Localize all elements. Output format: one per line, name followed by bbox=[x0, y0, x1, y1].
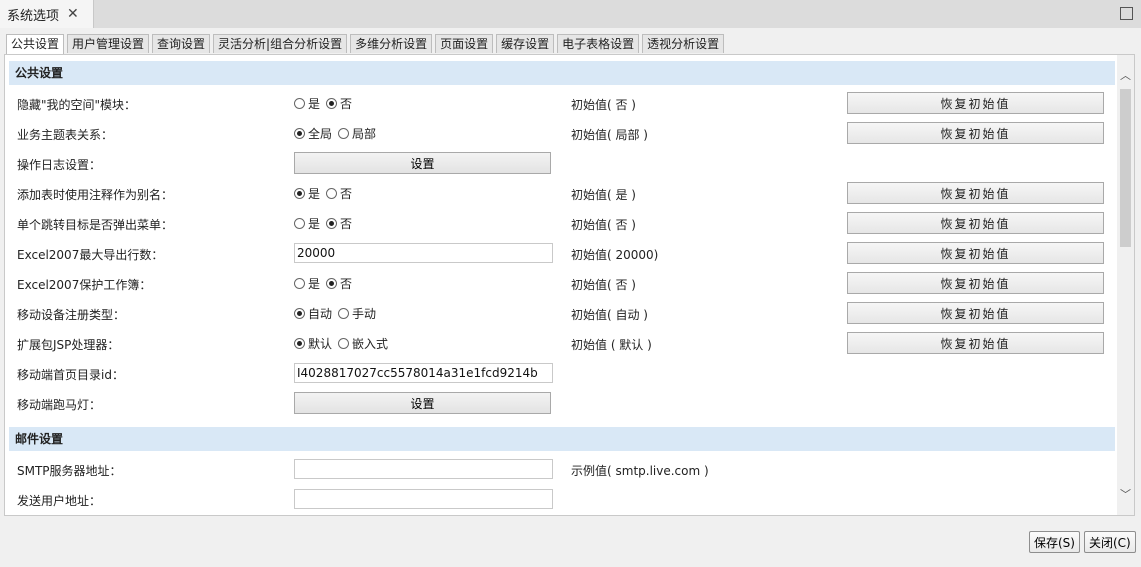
row-excel-protect: Excel2007保护工作簿： 是 否 初始值( 否 ) 恢复初始值 bbox=[5, 268, 1117, 298]
sender-address-input[interactable] bbox=[294, 489, 553, 509]
mobile-register-auto-radio[interactable]: 自动 bbox=[294, 305, 332, 322]
excel-protect-initial: 初始值( 否 ) bbox=[571, 278, 636, 292]
vertical-scrollbar[interactable]: ︿ ﹀ bbox=[1117, 55, 1134, 515]
comment-alias-yes-radio[interactable]: 是 bbox=[294, 185, 320, 202]
row-mobile-home-dir: 移动端首页目录id： bbox=[5, 358, 1117, 388]
excel-max-rows-input[interactable] bbox=[294, 243, 553, 263]
jsp-processor-embedded-radio[interactable]: 嵌入式 bbox=[338, 335, 388, 352]
row-jump-menu: 单个跳转目标是否弹出菜单： 是 否 初始值( 否 ) 恢复初始值 bbox=[5, 208, 1117, 238]
document-tab-title: 系统选项 bbox=[7, 8, 60, 24]
jump-menu-initial: 初始值( 否 ) bbox=[571, 218, 636, 232]
row-hide-my-space: 隐藏"我的空间"模块： 是 否 初始值( 否 ) 恢复初始值 bbox=[5, 88, 1117, 118]
comment-alias-label: 添加表时使用注释作为别名： bbox=[17, 188, 174, 202]
row-mobile-register: 移动设备注册类型： 自动 手动 初始值( 自动 ) 恢复初始值 bbox=[5, 298, 1117, 328]
excel-max-rows-label: Excel2007最大导出行数： bbox=[17, 248, 164, 262]
excel-protect-no-radio[interactable]: 否 bbox=[326, 275, 352, 292]
comment-alias-initial: 初始值( 是 ) bbox=[571, 188, 636, 202]
jump-menu-no-radio[interactable]: 否 bbox=[326, 215, 352, 232]
scrollbar-thumb[interactable] bbox=[1120, 89, 1131, 247]
hide-my-space-label: 隐藏"我的空间"模块： bbox=[17, 98, 137, 112]
close-icon[interactable]: ✕ bbox=[67, 6, 79, 22]
operation-log-label: 操作日志设置： bbox=[17, 158, 102, 172]
tab-query-settings[interactable]: 查询设置 bbox=[152, 34, 211, 53]
subject-relation-global-radio[interactable]: 全局 bbox=[294, 125, 332, 142]
operation-log-set-button[interactable]: 设置 bbox=[294, 152, 551, 174]
section-public-settings: 公共设置 bbox=[9, 61, 1115, 85]
jsp-processor-restore-button[interactable]: 恢复初始值 bbox=[847, 332, 1104, 354]
tab-page-settings[interactable]: 页面设置 bbox=[435, 34, 494, 53]
settings-tabs: 公共设置 用户管理设置 查询设置 灵活分析|组合分析设置 多维分析设置 页面设置… bbox=[6, 34, 727, 55]
row-excel-max-rows: Excel2007最大导出行数： 初始值( 20000) 恢复初始值 bbox=[5, 238, 1117, 268]
tab-public-settings[interactable]: 公共设置 bbox=[6, 34, 65, 55]
comment-alias-restore-button[interactable]: 恢复初始值 bbox=[847, 182, 1104, 204]
dialog-footer: 保存(S) 关闭(C) bbox=[0, 520, 1141, 567]
row-subject-relation: 业务主题表关系： 全局 局部 初始值( 局部 ) 恢复初始值 bbox=[5, 118, 1117, 148]
mobile-marquee-label: 移动端跑马灯： bbox=[17, 398, 102, 412]
row-sender-address: 发送用户地址： bbox=[5, 484, 1117, 514]
row-mobile-marquee: 移动端跑马灯： 设置 bbox=[5, 388, 1117, 418]
smtp-server-input[interactable] bbox=[294, 459, 553, 479]
scroll-up-icon[interactable]: ︿ bbox=[1117, 67, 1134, 84]
mobile-register-label: 移动设备注册类型： bbox=[17, 308, 126, 322]
row-smtp-server: SMTP服务器地址： 示例值( smtp.live.com ) bbox=[5, 454, 1117, 484]
row-operation-log: 操作日志设置： 设置 bbox=[5, 148, 1117, 178]
save-button[interactable]: 保存(S) bbox=[1029, 531, 1080, 553]
jump-menu-restore-button[interactable]: 恢复初始值 bbox=[847, 212, 1104, 234]
jsp-processor-default-radio[interactable]: 默认 bbox=[294, 335, 332, 352]
tab-spreadsheet-settings[interactable]: 电子表格设置 bbox=[557, 34, 640, 53]
mobile-home-dir-label: 移动端首页目录id： bbox=[17, 368, 124, 382]
smtp-server-label: SMTP服务器地址： bbox=[17, 464, 122, 478]
mobile-register-restore-button[interactable]: 恢复初始值 bbox=[847, 302, 1104, 324]
section-mail-settings: 邮件设置 bbox=[9, 427, 1115, 451]
document-tab[interactable]: 系统选项 ✕ bbox=[0, 0, 94, 28]
hide-my-space-yes-radio[interactable]: 是 bbox=[294, 95, 320, 112]
hide-my-space-restore-button[interactable]: 恢复初始值 bbox=[847, 92, 1104, 114]
row-jsp-processor: 扩展包JSP处理器： 默认 嵌入式 初始值 ( 默认 ) 恢复初始值 bbox=[5, 328, 1117, 358]
mobile-register-manual-radio[interactable]: 手动 bbox=[338, 305, 376, 322]
subject-relation-restore-button[interactable]: 恢复初始值 bbox=[847, 122, 1104, 144]
jsp-processor-initial: 初始值 ( 默认 ) bbox=[571, 338, 652, 352]
mobile-register-initial: 初始值( 自动 ) bbox=[571, 308, 648, 322]
sender-address-label: 发送用户地址： bbox=[17, 494, 102, 508]
tab-user-management[interactable]: 用户管理设置 bbox=[67, 34, 150, 53]
mobile-marquee-set-button[interactable]: 设置 bbox=[294, 392, 551, 414]
maximize-icon[interactable] bbox=[1120, 7, 1133, 20]
subject-relation-label: 业务主题表关系： bbox=[17, 128, 114, 142]
excel-protect-yes-radio[interactable]: 是 bbox=[294, 275, 320, 292]
jsp-processor-label: 扩展包JSP处理器： bbox=[17, 338, 120, 352]
subject-relation-initial: 初始值( 局部 ) bbox=[571, 128, 648, 142]
hide-my-space-no-radio[interactable]: 否 bbox=[326, 95, 352, 112]
excel-protect-label: Excel2007保护工作簿： bbox=[17, 278, 152, 292]
window-titlebar: 系统选项 ✕ bbox=[0, 0, 1141, 28]
close-button[interactable]: 关闭(C) bbox=[1084, 531, 1136, 553]
tab-pivot-settings[interactable]: 透视分析设置 bbox=[642, 34, 725, 53]
comment-alias-no-radio[interactable]: 否 bbox=[326, 185, 352, 202]
excel-max-rows-initial: 初始值( 20000) bbox=[571, 248, 659, 262]
excel-max-rows-restore-button[interactable]: 恢复初始值 bbox=[847, 242, 1104, 264]
jump-menu-label: 单个跳转目标是否弹出菜单： bbox=[17, 218, 174, 232]
tab-cache-settings[interactable]: 缓存设置 bbox=[496, 34, 555, 53]
excel-protect-restore-button[interactable]: 恢复初始值 bbox=[847, 272, 1104, 294]
hide-my-space-initial: 初始值( 否 ) bbox=[571, 98, 636, 112]
settings-scroll-area: 公共设置 隐藏"我的空间"模块： 是 否 初始值( 否 ) 恢复初始值 业务主题… bbox=[5, 55, 1117, 515]
subject-relation-local-radio[interactable]: 局部 bbox=[338, 125, 376, 142]
smtp-server-example: 示例值( smtp.live.com ) bbox=[571, 464, 709, 478]
tab-olap-settings[interactable]: 多维分析设置 bbox=[350, 34, 433, 53]
mobile-home-dir-input[interactable] bbox=[294, 363, 553, 383]
row-comment-alias: 添加表时使用注释作为别名： 是 否 初始值( 是 ) 恢复初始值 bbox=[5, 178, 1117, 208]
settings-panel: 公共设置 隐藏"我的空间"模块： 是 否 初始值( 否 ) 恢复初始值 业务主题… bbox=[4, 54, 1135, 516]
jump-menu-yes-radio[interactable]: 是 bbox=[294, 215, 320, 232]
scroll-down-icon[interactable]: ﹀ bbox=[1117, 486, 1134, 503]
tab-flexible-analysis[interactable]: 灵活分析|组合分析设置 bbox=[213, 34, 348, 53]
